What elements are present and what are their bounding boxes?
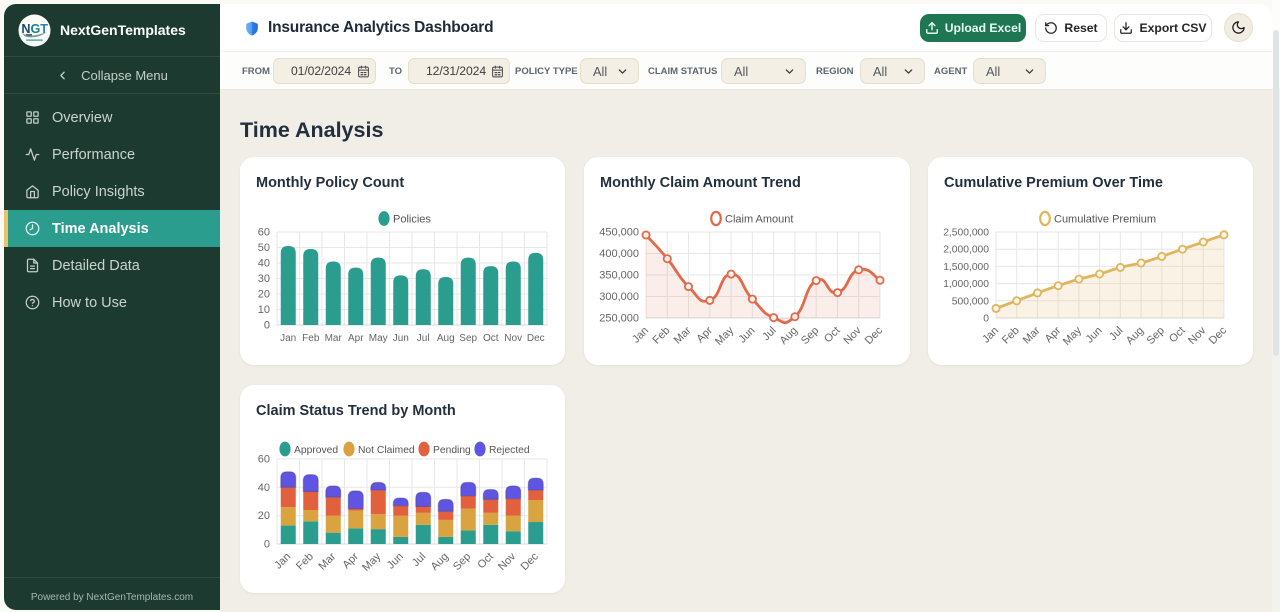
svg-text:Feb: Feb <box>302 333 320 344</box>
svg-text:Oct: Oct <box>475 551 496 572</box>
svg-text:Aug: Aug <box>778 325 800 347</box>
svg-text:1,500,000: 1,500,000 <box>943 262 989 273</box>
svg-text:May: May <box>1061 324 1085 348</box>
svg-text:Policies: Policies <box>393 213 431 225</box>
svg-text:Apr: Apr <box>1043 324 1064 345</box>
svg-text:Feb: Feb <box>651 325 673 347</box>
svg-text:Sep: Sep <box>1145 325 1167 347</box>
svg-text:Feb: Feb <box>1000 325 1022 347</box>
svg-text:50: 50 <box>258 242 270 254</box>
svg-text:Sep: Sep <box>799 325 821 347</box>
svg-text:Aug: Aug <box>1124 325 1146 347</box>
svg-text:NGT: NGT <box>21 22 48 36</box>
svg-text:Oct: Oct <box>1167 325 1188 346</box>
svg-text:10: 10 <box>258 304 270 316</box>
svg-text:Jan: Jan <box>272 551 293 572</box>
svg-text:Aug: Aug <box>429 551 451 573</box>
svg-text:Dec: Dec <box>527 333 545 344</box>
svg-text:Dec: Dec <box>863 324 886 347</box>
svg-text:May: May <box>360 550 384 574</box>
svg-text:Apr: Apr <box>348 333 364 344</box>
svg-text:Claim Amount: Claim Amount <box>725 213 793 225</box>
svg-text:Apr: Apr <box>340 550 361 571</box>
svg-text:Mar: Mar <box>1021 324 1043 346</box>
svg-text:60: 60 <box>258 227 270 239</box>
svg-text:Apr: Apr <box>694 324 715 345</box>
svg-text:Jan: Jan <box>630 325 651 346</box>
svg-text:Jul: Jul <box>410 551 428 569</box>
svg-text:Jun: Jun <box>385 551 406 572</box>
svg-text:30: 30 <box>258 273 270 285</box>
svg-text:Jul: Jul <box>417 333 430 344</box>
svg-text:350,000: 350,000 <box>599 270 639 282</box>
svg-text:40: 40 <box>258 482 270 494</box>
svg-text:May: May <box>369 333 388 344</box>
svg-text:Oct: Oct <box>483 333 499 344</box>
svg-text:Nov: Nov <box>496 550 519 573</box>
svg-text:Dec: Dec <box>519 550 542 573</box>
svg-text:Pending: Pending <box>433 445 471 456</box>
svg-text:Jul: Jul <box>1107 325 1125 343</box>
svg-text:Jan: Jan <box>980 325 1001 346</box>
svg-text:Feb: Feb <box>294 551 316 573</box>
svg-text:0: 0 <box>983 314 989 325</box>
svg-text:Nov: Nov <box>504 333 522 344</box>
svg-text:Sep: Sep <box>451 551 473 573</box>
svg-text:Nov: Nov <box>1186 324 1209 347</box>
svg-text:May: May <box>713 324 737 348</box>
svg-text:Jun: Jun <box>736 325 757 346</box>
svg-text:Oct: Oct <box>822 325 843 346</box>
svg-text:Mar: Mar <box>672 324 694 346</box>
svg-text:Cumulative Premium: Cumulative Premium <box>1054 213 1156 225</box>
svg-text:Not Claimed: Not Claimed <box>358 445 415 456</box>
svg-text:1,000,000: 1,000,000 <box>943 279 989 290</box>
svg-text:Jun: Jun <box>393 333 409 344</box>
svg-text:Mar: Mar <box>325 333 343 344</box>
svg-text:Nov: Nov <box>842 324 865 347</box>
svg-text:Jun: Jun <box>1084 325 1105 346</box>
svg-text:40: 40 <box>258 258 270 270</box>
svg-text:500,000: 500,000 <box>952 296 989 307</box>
svg-text:2,000,000: 2,000,000 <box>943 245 989 256</box>
svg-text:400,000: 400,000 <box>599 248 639 260</box>
svg-text:450,000: 450,000 <box>599 227 639 239</box>
svg-text:Jul: Jul <box>760 325 778 343</box>
svg-text:0: 0 <box>264 539 270 551</box>
svg-text:Rejected: Rejected <box>489 445 530 456</box>
svg-text:300,000: 300,000 <box>599 291 639 303</box>
svg-text:2,500,000: 2,500,000 <box>943 228 989 239</box>
svg-text:0: 0 <box>264 320 270 332</box>
svg-text:Aug: Aug <box>437 333 455 344</box>
svg-text:250,000: 250,000 <box>599 313 639 325</box>
svg-text:Approved: Approved <box>294 445 338 456</box>
svg-text:Mar: Mar <box>316 550 338 572</box>
svg-text:Jan: Jan <box>280 333 296 344</box>
svg-text:20: 20 <box>258 289 270 301</box>
svg-text:Sep: Sep <box>459 333 477 344</box>
svg-text:Dec: Dec <box>1207 324 1230 347</box>
svg-text:60: 60 <box>258 454 270 466</box>
svg-text:20: 20 <box>258 510 270 522</box>
